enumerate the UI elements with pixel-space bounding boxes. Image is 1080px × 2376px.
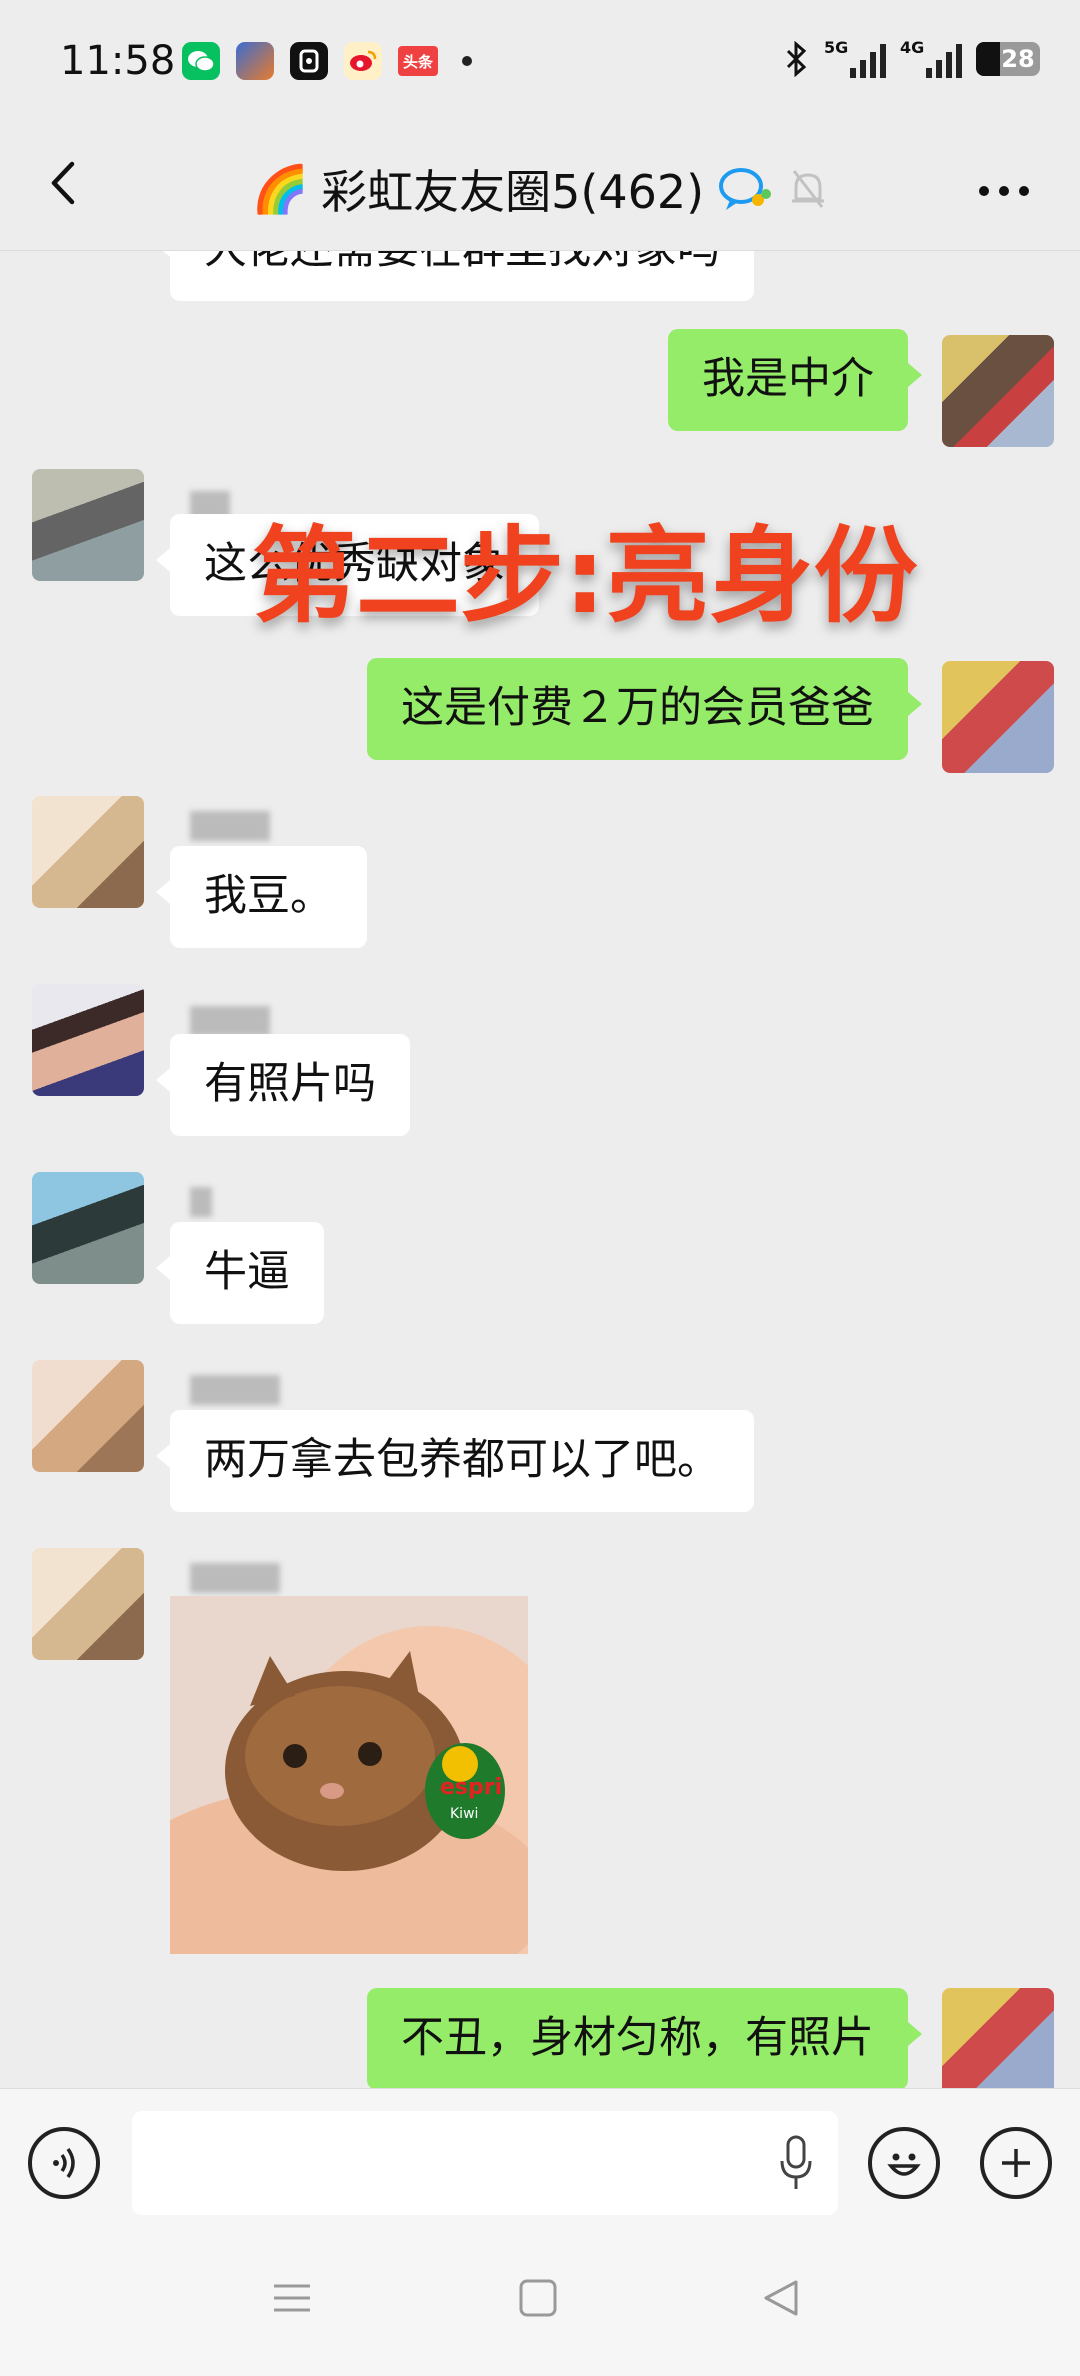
sender-name xyxy=(190,1563,280,1593)
system-navigation-bar xyxy=(0,2236,1080,2376)
microphone-icon[interactable] xyxy=(778,2135,814,2191)
message-bubble[interactable]: 有照片吗 xyxy=(156,1034,410,1136)
wechat-icon xyxy=(182,42,220,80)
plus-icon xyxy=(1002,2149,1030,2177)
group-chat-icon xyxy=(719,168,772,210)
rainbow-emoji: 🌈 xyxy=(251,161,310,216)
member-avatar[interactable] xyxy=(32,984,144,1096)
game-icon xyxy=(236,42,274,80)
app-icon xyxy=(290,42,328,80)
signal-5g-icon: 5G xyxy=(824,38,886,78)
member-avatar[interactable] xyxy=(32,796,144,908)
sender-name xyxy=(190,1187,212,1217)
input-bar xyxy=(0,2088,1080,2237)
message-input[interactable] xyxy=(132,2111,838,2215)
message-text: 两万拿去包养都可以了吧。 xyxy=(204,1435,720,1485)
battery-icon: 28 xyxy=(976,42,1040,76)
my-avatar[interactable] xyxy=(942,1988,1054,2088)
emoji-icon xyxy=(887,2153,921,2176)
voice-wave-icon xyxy=(53,2147,75,2179)
message-bubble[interactable]: 两万拿去包养都可以了吧。 xyxy=(156,1410,754,1512)
bluetooth-icon xyxy=(786,41,807,77)
message-text: 不丑，身材匀称，有照片 xyxy=(401,2013,874,2063)
sender-name xyxy=(190,1375,280,1405)
mute-bell-icon xyxy=(792,170,825,208)
member-avatar[interactable] xyxy=(32,1548,144,1660)
my-avatar[interactable] xyxy=(942,661,1054,773)
member-avatar[interactable] xyxy=(32,1172,144,1284)
message-text: 我是中介 xyxy=(702,354,874,404)
voice-toggle-button[interactable] xyxy=(28,2127,100,2199)
sender-name xyxy=(190,811,270,841)
chat-title: 彩虹友友圈5(462) xyxy=(321,165,705,219)
message-list[interactable]: 大佬还需要在群里找对象吗 我是中介 这么优秀缺对象 第二步:亮身份 这是付费２万… xyxy=(0,251,1080,2088)
message-text: 有照片吗 xyxy=(204,1059,376,1109)
more-options-button[interactable] xyxy=(978,165,1030,197)
sender-name xyxy=(190,1006,270,1036)
signal-4g-icon: 4G xyxy=(900,38,962,78)
message-bubble[interactable]: 大佬还需要在群里找对象吗 xyxy=(156,251,754,301)
my-avatar[interactable] xyxy=(942,335,1054,447)
more-functions-button[interactable] xyxy=(980,2127,1052,2199)
member-avatar[interactable] xyxy=(32,1360,144,1472)
home-icon[interactable] xyxy=(518,2278,558,2318)
message-bubble[interactable]: 我豆。 xyxy=(156,846,367,948)
message-text: 我豆。 xyxy=(204,871,333,921)
kiwi-sticker-brand: espri xyxy=(440,1775,502,1800)
message-text: 牛逼 xyxy=(204,1247,290,1297)
menu-icon[interactable] xyxy=(272,2278,312,2318)
notification-icons: 头条 xyxy=(182,42,472,80)
member-avatar[interactable] xyxy=(32,469,144,581)
status-time: 11:58 xyxy=(60,38,176,84)
chat-header: 🌈 彩虹友友圈5(462) xyxy=(0,120,1080,251)
chat-title-bar[interactable]: 🌈 彩虹友友圈5(462) xyxy=(0,156,1080,222)
message-bubble[interactable]: 不丑，身材匀称，有照片 xyxy=(367,1988,922,2088)
message-bubble[interactable]: 这是付费２万的会员爸爸 xyxy=(367,658,922,760)
message-bubble[interactable]: 我是中介 xyxy=(668,329,922,431)
status-bar: 11:58 头条 5G 4G 28 xyxy=(0,0,1080,120)
more-dots-icon xyxy=(979,186,1029,196)
message-bubble[interactable]: 牛逼 xyxy=(156,1222,324,1324)
more-notifications-dot xyxy=(462,56,472,66)
toutiao-icon: 头条 xyxy=(398,46,438,76)
emoji-button[interactable] xyxy=(868,2127,940,2199)
kitten-photo-message[interactable]: espri Kiwi xyxy=(170,1596,528,1954)
back-triangle-icon[interactable] xyxy=(762,2278,802,2318)
kiwi-sticker-label: Kiwi xyxy=(450,1806,478,1822)
weibo-icon xyxy=(344,42,382,80)
overlay-caption: 第二步:亮身份 xyxy=(252,515,918,637)
message-text: 这是付费２万的会员爸爸 xyxy=(401,683,874,733)
kitten-photo: espri Kiwi xyxy=(170,1596,528,1954)
message-text: 大佬还需要在群里找对象吗 xyxy=(204,251,720,274)
system-indicators: 5G 4G 28 xyxy=(784,38,1040,78)
